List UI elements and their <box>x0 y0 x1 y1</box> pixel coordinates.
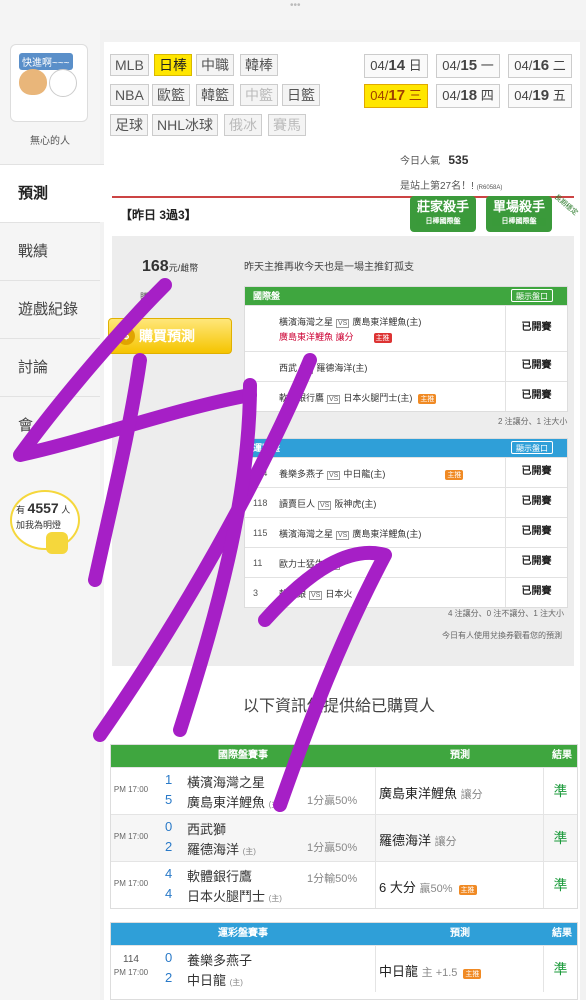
matchup: 橫濱海灣之星 VS 廣島東洋鯉魚(主) <box>279 529 422 540</box>
prediction: 6 大分 贏50% 主推 <box>379 880 477 895</box>
result: 準 <box>543 768 577 814</box>
table-row[interactable]: 橫濱海灣之星 VS 廣島東洋鯉魚(主) 廣島東洋鯉魚 讓分 主推 已開賽 <box>245 305 567 351</box>
lightbulb-icon <box>46 532 68 554</box>
matchup: 軟體銀 VS 日本火 <box>279 589 353 600</box>
status: 已開賽 <box>505 352 567 381</box>
sport-khl[interactable]: 俄冰 <box>224 114 262 136</box>
results-lottery-header: 運彩盤賽事 預測 結果 <box>111 923 577 945</box>
sport-nba[interactable]: NBA <box>110 84 149 106</box>
yesterday-note: 昨天主推再收今天也是一場主推釘孤支 <box>244 262 414 273</box>
matchup: 西武 VS 羅德海洋(主) <box>279 363 368 374</box>
sport-euro-basketball[interactable]: 歐籃 <box>152 84 190 106</box>
sport-soccer[interactable]: 足球 <box>110 114 148 136</box>
intl-table-header: 國際盤 顯示盤口 <box>245 287 567 305</box>
date-0415[interactable]: 04/15 一 <box>436 54 500 78</box>
buy-label: 購買 <box>140 292 159 302</box>
table-row: 114 PM 17:00 0 養樂多燕子 2 中日龍 (主) 中日龍 主 +1.5 主… <box>111 945 577 992</box>
prediction: 廣島東洋鯉魚 讓分 <box>379 786 483 801</box>
matchup: 橫濱海灣之星 VS 廣島東洋鯉魚(主) <box>279 317 422 328</box>
matchup: 歐力士猛牛 VS <box>279 559 341 570</box>
results-lottery-table: 運彩盤賽事 預測 結果 114 PM 17:00 0 養樂多燕子 2 中日龍 (主)… <box>110 922 578 1000</box>
page-dots: ••• <box>290 0 301 11</box>
popularity-rank: 是站上第27名！! (R6058A) <box>400 181 503 192</box>
status: 已開賽 <box>505 518 567 547</box>
status: 已開賽 <box>505 548 567 577</box>
sport-kbo[interactable]: 韓棒 <box>240 54 278 76</box>
exchange-note: 今日有人使用兌換券觀看您的預測 <box>442 631 562 640</box>
dog-icon <box>19 69 47 95</box>
yesterday-record: 【昨日 3過3】 <box>120 208 197 222</box>
table-row[interactable]: 西武 VS 羅德海洋(主) 已開賽 <box>245 351 567 381</box>
sport-japan-basketball[interactable]: 日籃 <box>282 84 320 106</box>
buyers-only-notice: 以下資訊僅提供給已購買人 <box>242 698 435 715</box>
matchup: 讀賣巨人 VS 阪神虎(主) <box>279 499 377 510</box>
sport-cpbl[interactable]: 中職 <box>196 54 234 76</box>
table-row[interactable]: 3 軟體銀 VS 日本火 已開賽 <box>245 577 567 607</box>
matchup: 軟體銀行鷹 VS 日本火腿鬥士(主) 主推 <box>279 393 437 404</box>
date-0418[interactable]: 04/18 四 <box>436 84 500 108</box>
results-intl-header: 國際盤賽事 預測 結果 <box>111 745 577 767</box>
result: 準 <box>543 815 577 861</box>
result: 準 <box>543 862 577 908</box>
table-row: PM 17:00 1 橫濱海灣之星 5 廣島東洋鯉魚 (主) 1分贏50% 廣島東洋… <box>111 767 577 814</box>
popularity: 今日人氣 535 <box>400 153 469 167</box>
table-row[interactable]: 114 養樂多燕子 VS 中日龍(主) 主推 已開賽 <box>245 457 567 487</box>
fans-label: 加我為明燈 <box>16 520 62 530</box>
date-0419[interactable]: 04/19 五 <box>508 84 572 108</box>
status: 已開賽 <box>505 578 567 607</box>
fans-count: 有 4557 人 <box>16 500 71 516</box>
results-intl-table: 國際盤賽事 預測 結果 PM 17:00 1 橫濱海灣之星 5 廣島東洋鯉魚 (主)… <box>110 744 578 909</box>
status: 已開賽 <box>505 458 567 487</box>
table-row[interactable]: 118 讀賣巨人 VS 阪神虎(主) 已開賽 <box>245 487 567 517</box>
price: 168元/雌幣 <box>142 258 199 275</box>
nav-record[interactable]: 戰績 <box>0 222 100 280</box>
status: 已開賽 <box>505 382 567 411</box>
status: 已開賽 <box>505 306 567 351</box>
sport-japan-baseball[interactable]: 日棒 <box>154 54 192 76</box>
nav-predict[interactable]: 預測 <box>0 164 104 222</box>
nav-discussion[interactable]: 討論 <box>0 338 100 396</box>
date-0417[interactable]: 04/17 三 <box>364 84 428 108</box>
sport-china-basketball[interactable]: 中籃 <box>240 84 278 106</box>
top-bar: ••• <box>0 0 586 30</box>
table-row: PM 17:00 4 軟體銀行鷹 4 日本火腿鬥士 (主) 1分輸50% 6 大分 … <box>111 861 577 908</box>
screen: ••• 快進啊~~~ 無心的人 預測 戰績 遊戲紀錄 討論 會 有 4557 人… <box>0 0 586 1000</box>
date-0416[interactable]: 04/16 二 <box>508 54 572 78</box>
buy-prediction-button[interactable]: $ 購買預測 <box>108 318 232 354</box>
sport-korea-basketball[interactable]: 韓籃 <box>196 84 234 106</box>
intl-table: 國際盤 顯示盤口 橫濱海灣之星 VS 廣島東洋鯉魚(主) 廣島東洋鯉魚 讓分 主推 已開… <box>244 286 568 412</box>
username: 無心的人 <box>30 136 70 147</box>
badge-banker-killer: 莊家殺手 日棒國際盤 <box>410 196 476 232</box>
date-0414[interactable]: 04/14 日 <box>364 54 428 78</box>
sport-mlb[interactable]: MLB <box>110 54 149 76</box>
table-row: PM 17:00 0 西武獅 2 羅德海洋 (主) 1分贏50% 羅德海洋 讓分 準 <box>111 814 577 861</box>
table-row[interactable]: 11 歐力士猛牛 VS 已開賽 <box>245 547 567 577</box>
intl-summary: 2 注讓分、1 注大小 <box>498 417 568 426</box>
fans-bubble[interactable]: 有 4557 人 加我為明燈 <box>10 490 80 550</box>
badge-single-killer: 單場殺手 日棒國際盤 <box>486 196 552 232</box>
prediction: 中日龍 主 +1.5 主推 <box>379 964 482 979</box>
lottery-table: 運彩盤 顯示盤口 114 養樂多燕子 VS 中日龍(主) 主推 已開賽 118 讀賣巨人… <box>244 438 568 608</box>
table-row[interactable]: 軟體銀行鷹 VS 日本火腿鬥士(主) 主推 已開賽 <box>245 381 567 411</box>
nav-game-log[interactable]: 遊戲紀錄 <box>0 280 100 338</box>
avatar-caption: 快進啊~~~ <box>19 53 73 70</box>
pick: 廣島東洋鯉魚 讓分 主推 <box>279 332 392 343</box>
status: 已開賽 <box>505 488 567 517</box>
avatar[interactable]: 快進啊~~~ <box>10 44 88 122</box>
show-odds-button[interactable]: 顯示盤口 <box>511 289 553 302</box>
matchup: 養樂多燕子 VS 中日龍(主) 主推 <box>279 469 464 480</box>
lottery-summary: 4 注讓分、0 注不讓分、1 注大小 <box>448 609 565 618</box>
show-odds-button[interactable]: 顯示盤口 <box>511 441 553 454</box>
result: 準 <box>543 946 577 992</box>
sport-horse-racing[interactable]: 賽馬 <box>268 114 306 136</box>
ghost-icon <box>49 69 77 97</box>
prediction: 羅德海洋 讓分 <box>379 833 457 848</box>
coin-icon: $ <box>117 327 135 345</box>
nav-member[interactable]: 會 <box>0 396 100 454</box>
sport-nhl[interactable]: NHL冰球 <box>152 114 219 136</box>
lottery-table-header: 運彩盤 顯示盤口 <box>245 439 567 457</box>
table-row[interactable]: 115 橫濱海灣之星 VS 廣島東洋鯉魚(主) 已開賽 <box>245 517 567 547</box>
